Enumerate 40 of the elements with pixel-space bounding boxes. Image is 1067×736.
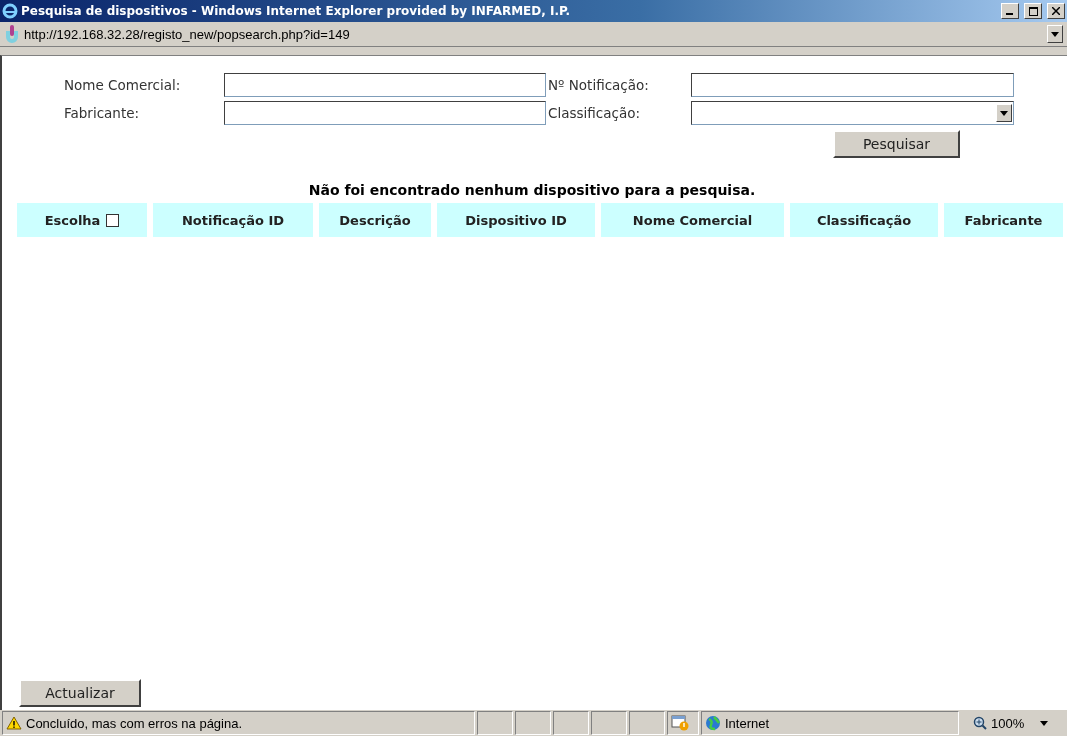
dropdown-button[interactable] [1047,25,1063,43]
column-header: Dispositivo ID [437,203,595,237]
input-field[interactable] [691,73,1014,97]
column-header: Classificação [790,203,938,237]
no-results-message: Não foi encontrado nenhum dispositivo para a pesquisa. [307,182,757,198]
field-label: Nome Comercial: [64,77,182,93]
column-header: Fabricante [944,203,1063,237]
field-label: Nº Notificação: [548,77,650,93]
zoom-control[interactable]: 100% [961,711,1065,735]
caret-icon [1051,31,1059,37]
input-field[interactable] [224,101,546,125]
column-label: Escolha [44,212,101,228]
field-label: Classificação: [548,105,641,121]
column-header: Descrição [319,203,431,237]
maximize-button[interactable] [1024,3,1042,19]
page-icon [4,25,20,43]
status-text: Concluído, mas com erros na página. [26,715,243,731]
zone-label: Internet [725,715,770,731]
warning-icon [6,716,22,730]
search-button[interactable]: Pesquisar [833,130,960,158]
window-title: Pesquisa de dispositivos - Windows Internet Explorer provided by INFARMED, I.P. [21,4,572,18]
maximize-icon [1028,6,1038,16]
column-header: Nome Comercial [601,203,784,237]
refresh-button[interactable]: Actualizar [19,679,141,707]
dropdown-button[interactable] [996,104,1012,122]
browser-logo-icon [2,3,18,19]
close-icon [1052,7,1060,15]
field-label: Fabricante: [64,105,141,121]
globe-icon [705,715,721,731]
input-field[interactable] [224,73,546,97]
minimize-button[interactable] [1001,3,1019,19]
select-field[interactable] [691,101,1014,125]
popup-blocked-icon[interactable] [671,715,689,731]
close-button[interactable] [1047,3,1065,19]
caret-icon [1040,720,1049,726]
caret-icon [1000,110,1008,116]
select-all-checkbox[interactable] [106,213,120,227]
address-url: http://192.168.32.28/registo_new/popsearch.php?id=149 [24,26,351,42]
zoom-icon [973,716,987,730]
column-header: Notificação ID [153,203,313,237]
